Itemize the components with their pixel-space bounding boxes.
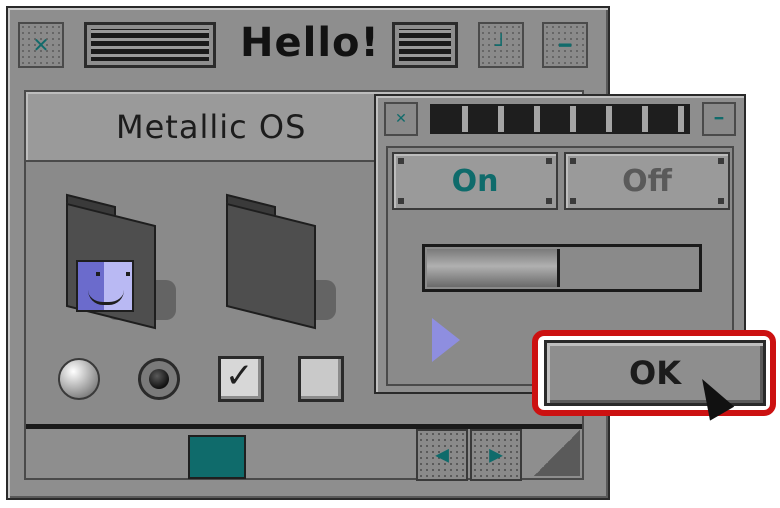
close-icon: ✕ [395,111,407,127]
settings-collapse-button[interactable]: ━ [702,102,736,136]
minus-icon: ━ [558,33,572,57]
right-arrow-icon: ▶ [489,444,503,466]
slider-fill [427,249,560,287]
resize-handle[interactable] [534,430,580,476]
ok-button[interactable]: OK [544,340,766,406]
settings-title-grille [430,104,690,134]
title-grille-left [84,22,216,68]
progress-indicator [188,435,246,479]
radio-button-unselected[interactable] [58,358,100,400]
minus-icon: ━ [714,111,724,127]
left-arrow-icon: ◀ [435,444,449,466]
level-slider[interactable] [422,244,702,292]
checkbox-unchecked[interactable] [298,356,344,402]
title-grille-right [392,22,458,68]
off-label: Off [622,163,672,199]
scroll-left-button[interactable]: ◀ [416,429,468,481]
scroll-right-button[interactable]: ▶ [470,429,522,481]
on-label: On [451,163,499,199]
folder-icon[interactable] [216,193,336,330]
header-label-text: Metallic OS [116,108,307,146]
finder-folder-icon[interactable] [56,193,176,330]
settings-title-bar[interactable]: ✕ ━ [384,102,736,138]
collapse-button[interactable]: ━ [542,22,588,68]
bottom-strip: ◀ ▶ [26,424,582,481]
play-arrow-icon[interactable] [432,318,460,362]
off-toggle-button[interactable]: Off [564,152,730,210]
close-button[interactable]: ✕ [18,22,64,68]
checkmark-icon: ✓ [225,356,254,396]
title-bar[interactable]: ✕ Hello! ┘ ━ [18,18,588,74]
checkbox-checked[interactable]: ✓ [218,356,264,402]
on-toggle-button[interactable]: On [392,152,558,210]
window-title: Hello! [240,20,380,66]
zoom-button[interactable]: ┘ [478,22,524,68]
radio-button-selected[interactable] [138,358,180,400]
resize-icon: ┘ [494,33,508,57]
finder-face-icon [76,260,134,312]
close-icon: ✕ [32,33,50,57]
ok-label: OK [629,354,681,392]
settings-close-button[interactable]: ✕ [384,102,418,136]
